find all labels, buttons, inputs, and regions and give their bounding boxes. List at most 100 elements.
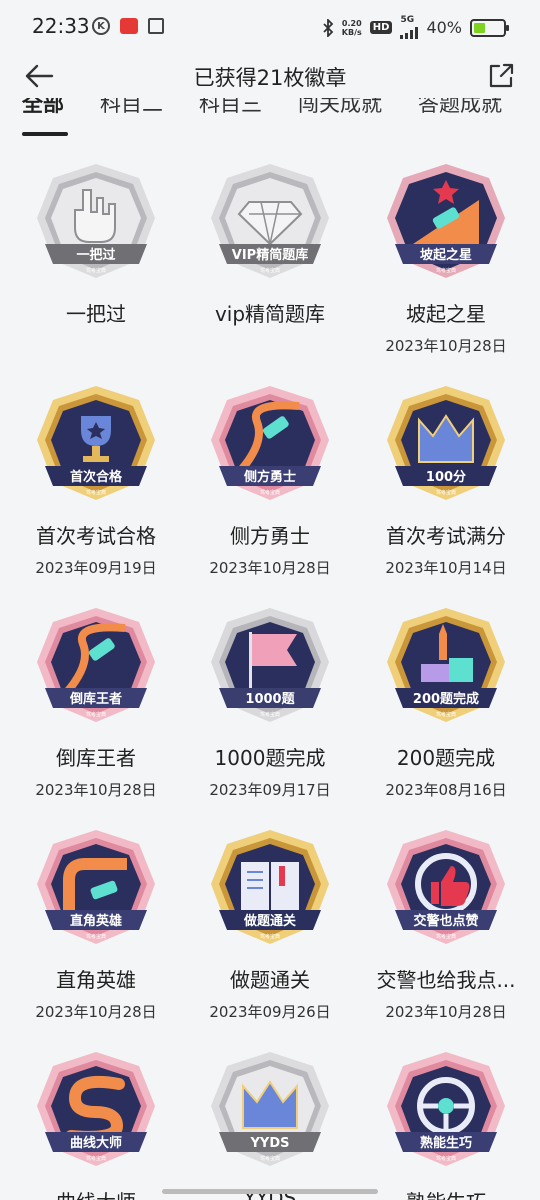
tab-2[interactable]: 科目二 — [100, 98, 163, 124]
badge-emblem-text: 一把过 — [76, 247, 115, 263]
badge-date — [8, 335, 184, 353]
badge-name: 直角英雄 — [56, 968, 136, 992]
badge-image: VIP精简题库 驾考宝典 — [211, 164, 329, 278]
bluetooth-icon — [323, 18, 334, 37]
badge-date: 2023年10月28日 — [209, 559, 331, 577]
badge-emblem-text: 熟能生巧 — [420, 1135, 472, 1151]
badge-item[interactable]: 一把过 驾考宝典 一把过 — [8, 160, 184, 353]
tab-1[interactable]: 全部 — [22, 98, 64, 124]
badge-date — [182, 335, 358, 353]
badge-emblem-text: 1000题 — [245, 692, 295, 707]
badge-image: 坡起之星 驾考宝典 — [387, 164, 505, 278]
badge-image: 交警也点赞 驾考宝典 — [387, 830, 505, 944]
badge-emblem-text: 100分 — [426, 469, 466, 485]
badge-name: vip精简题库 — [214, 302, 326, 326]
badge-item[interactable]: 首次合格 驾考宝典 首次考试合格 2023年09月19日 — [8, 382, 184, 577]
badge-image: 倒库王者 驾考宝典 — [37, 608, 155, 722]
badge-name: 侧方勇士 — [230, 524, 310, 548]
battery-percent: 40% — [426, 18, 462, 37]
tab-5[interactable]: 答题成就 — [418, 98, 502, 124]
badge-name: 200题完成 — [396, 746, 496, 770]
badge-emblem-text: 侧方勇士 — [244, 469, 296, 485]
badge-image: 一把过 驾考宝典 — [37, 164, 155, 278]
tab-4[interactable]: 闯关成就 — [298, 98, 382, 124]
badge-name: 首次考试合格 — [36, 524, 156, 548]
status-bar: 22:33 K 0.20 KB/s HD 5G 40% — [0, 0, 540, 56]
k-app-icon: K — [92, 17, 110, 35]
badge-emblem-text: 200题完成 — [413, 691, 479, 707]
news-app-icon — [120, 18, 138, 34]
badge-image: 200题完成 驾考宝典 — [387, 608, 505, 722]
badge-item[interactable]: 做题通关 驾考宝典 做题通关 2023年09月26日 — [182, 826, 358, 1021]
badge-emblem-text: 坡起之星 — [420, 247, 472, 263]
network-speed-unit: KB/s — [341, 27, 362, 37]
network-speed: 0.20 KB/s — [342, 19, 362, 37]
badge-item[interactable]: 1000题 驾考宝典 1000题完成 2023年09月17日 — [182, 604, 358, 799]
badge-name: 一把过 — [66, 302, 126, 326]
home-indicator — [162, 1189, 378, 1194]
badge-item[interactable]: 坡起之星 驾考宝典 坡起之星 2023年10月28日 — [358, 160, 534, 355]
badge-emblem-text: 倒库王者 — [69, 691, 122, 707]
category-tabs: 全部 科目二 科目三 闯关成就 答题成就 — [0, 98, 540, 138]
badge-sublabel: 驾考宝典 — [86, 711, 106, 718]
badge-date: 2023年08月16日 — [385, 781, 507, 799]
badge-sublabel: 驾考宝典 — [260, 267, 280, 274]
status-right: 0.20 KB/s HD 5G 40% — [322, 15, 509, 39]
badge-item[interactable]: 交警也点赞 驾考宝典 交警也给我点... 2023年10月28日 — [358, 826, 534, 1021]
badge-item[interactable]: 曲线大师 驾考宝典 曲线大师 — [8, 1048, 184, 1200]
battery-icon — [470, 18, 509, 37]
badge-name: 坡起之星 — [406, 302, 486, 326]
badge-item[interactable]: 熟能生巧 驾考宝典 熟能生巧 — [358, 1048, 534, 1200]
badge-sublabel: 驾考宝典 — [86, 933, 106, 940]
badge-date: 2023年10月14日 — [385, 559, 507, 577]
badge-sublabel: 驾考宝典 — [436, 267, 456, 274]
badge-emblem-text: 首次合格 — [70, 469, 123, 485]
share-button[interactable] — [484, 58, 518, 94]
badge-image: 首次合格 驾考宝典 — [37, 386, 155, 500]
page-title: 已获得21枚徽章 — [193, 66, 347, 90]
hd-badge: HD — [369, 21, 393, 34]
badge-item[interactable]: 200题完成 驾考宝典 200题完成 2023年08月16日 — [358, 604, 534, 799]
badge-sublabel: 驾考宝典 — [436, 933, 456, 940]
badge-sublabel: 驾考宝典 — [260, 711, 280, 718]
badge-emblem-text: 曲线大师 — [70, 1135, 122, 1151]
network-type: 5G — [400, 15, 415, 25]
badge-item[interactable]: YYDS 驾考宝典 YYDS — [182, 1048, 358, 1200]
badge-date: 2023年09月26日 — [209, 1003, 331, 1021]
signal-icon — [400, 25, 419, 39]
badge-image: YYDS 驾考宝典 — [211, 1052, 329, 1166]
badge-item[interactable]: 100分 驾考宝典 首次考试满分 2023年10月14日 — [358, 382, 534, 577]
badge-name: 首次考试满分 — [386, 524, 506, 548]
badge-item[interactable]: VIP精简题库 驾考宝典 vip精简题库 — [182, 160, 358, 353]
badge-name: 1000题完成 — [214, 746, 326, 770]
badge-image: 熟能生巧 驾考宝典 — [387, 1052, 505, 1166]
badge-date: 2023年09月17日 — [209, 781, 331, 799]
badge-sublabel: 驾考宝典 — [260, 933, 280, 940]
badge-sublabel: 驾考宝典 — [86, 489, 106, 496]
badge-item[interactable]: 倒库王者 驾考宝典 倒库王者 2023年10月28日 — [8, 604, 184, 799]
badge-emblem-text: VIP精简题库 — [232, 247, 308, 263]
gift-icon — [148, 18, 164, 34]
badge-sublabel: 驾考宝典 — [86, 267, 106, 274]
active-tab-indicator — [22, 132, 68, 136]
badge-name: 熟能生巧 — [358, 1186, 534, 1200]
badge-item[interactable]: 侧方勇士 驾考宝典 侧方勇士 2023年10月28日 — [182, 382, 358, 577]
badge-emblem-text: 交警也点赞 — [413, 913, 478, 929]
badge-emblem-text: 做题通关 — [243, 913, 296, 929]
badge-sublabel: 驾考宝典 — [86, 1155, 106, 1162]
badge-image: 做题通关 驾考宝典 — [211, 830, 329, 944]
badge-date: 2023年10月28日 — [35, 1003, 157, 1021]
status-time: 22:33 — [32, 14, 90, 38]
badge-name: 曲线大师 — [8, 1186, 184, 1200]
badge-date: 2023年10月28日 — [385, 337, 507, 355]
badge-sublabel: 驾考宝典 — [436, 711, 456, 718]
badge-date: 2023年10月28日 — [35, 781, 157, 799]
share-icon — [489, 63, 514, 88]
header: 已获得21枚徽章 — [0, 56, 540, 98]
badge-item[interactable]: 直角英雄 驾考宝典 直角英雄 2023年10月28日 — [8, 826, 184, 1021]
badge-date: 2023年10月28日 — [385, 1003, 507, 1021]
badge-name: 做题通关 — [230, 968, 310, 992]
badge-sublabel: 驾考宝典 — [260, 489, 280, 496]
tab-3[interactable]: 科目三 — [199, 98, 262, 124]
status-notification-icons: K — [92, 17, 164, 35]
